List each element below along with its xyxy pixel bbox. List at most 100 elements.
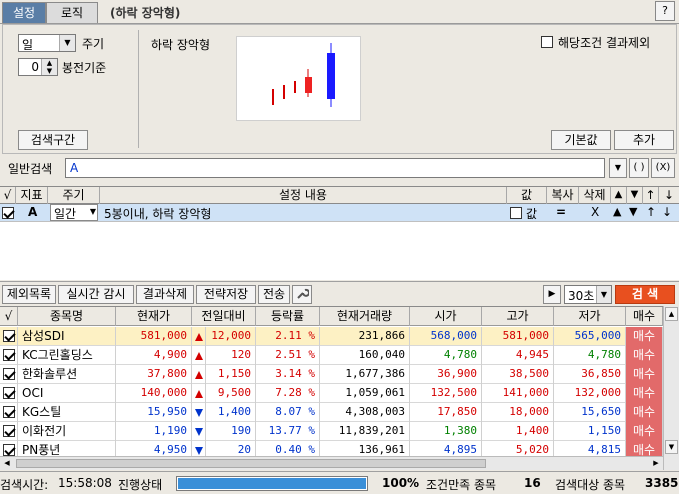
condition-content[interactable]: 5봉이내, 하락 장악형	[104, 205, 211, 222]
row-checkbox[interactable]	[3, 330, 15, 342]
col-buy[interactable]: 매수	[626, 307, 663, 326]
spinner-arrows-icon[interactable]: ▲ ▼	[41, 59, 57, 75]
x-paren-button[interactable]: (X)	[651, 158, 675, 178]
col-price[interactable]: 현재가	[116, 307, 192, 326]
col-low[interactable]: 저가	[554, 307, 626, 326]
tab-logic[interactable]: 로직	[46, 2, 98, 23]
buy-button[interactable]: 매수	[626, 422, 663, 441]
search-button[interactable]: 검 색	[615, 285, 675, 304]
move-down-button[interactable]: ▼	[629, 205, 637, 218]
row-checkbox-cell[interactable]	[0, 422, 18, 441]
condition-checkbox[interactable]	[2, 207, 14, 219]
move-up-button[interactable]: ▲	[613, 205, 621, 218]
period-label: 주기	[82, 37, 105, 51]
realtime-watch-button[interactable]: 실시간 감시	[58, 285, 134, 304]
row-checkbox[interactable]	[3, 425, 15, 437]
volume: 1,059,061	[320, 384, 410, 403]
buy-button[interactable]: 매수	[626, 327, 663, 346]
delete-button[interactable]: X	[591, 205, 599, 219]
high-price: 1,400	[482, 422, 554, 441]
row-checkbox[interactable]	[3, 444, 15, 456]
arrow-up-icon	[192, 327, 206, 346]
play-button[interactable]: ▶	[543, 285, 561, 304]
high-price: 141,000	[482, 384, 554, 403]
stock-name[interactable]: 삼성SDI	[18, 327, 116, 346]
exclude-list-button[interactable]: 제외목록	[2, 285, 56, 304]
exclude-label: 해당조건 결과제외	[558, 36, 651, 50]
row-checkbox[interactable]	[3, 406, 15, 418]
col-volume[interactable]: 현재거래량	[320, 307, 410, 326]
move-bottom-button[interactable]: ↓	[662, 205, 672, 219]
paren-button[interactable]: ( )	[629, 158, 649, 178]
table-row[interactable]: KC그린홀딩스 4,900 120 2.51 % 160,040 4,780 4,945 4,…	[0, 346, 679, 365]
scroll-right-icon[interactable]: ▶	[650, 457, 662, 470]
chevron-down-icon: ▼	[89, 207, 96, 216]
buy-button[interactable]: 매수	[626, 346, 663, 365]
pattern-label: 하락 장악형	[151, 38, 211, 52]
table-row[interactable]: KG스틸 15,950 1,400 8.07 % 4,308,003 17,850 18,0…	[0, 403, 679, 422]
row-checkbox[interactable]	[3, 368, 15, 380]
row-checkbox[interactable]	[3, 387, 15, 399]
scroll-left-icon[interactable]: ◀	[1, 457, 13, 470]
move-top-button[interactable]: ↑	[646, 205, 656, 219]
col-rate[interactable]: 등락률	[256, 307, 320, 326]
current-price: 1,190	[116, 422, 192, 441]
send-button[interactable]: 전송	[258, 285, 290, 304]
horizontal-scrollbar[interactable]: ◀ ▶	[0, 456, 663, 470]
change-value: 9,500	[206, 384, 256, 403]
results-header: √ 종목명 현재가 전일대비 등락률 현재거래량 시가 고가 저가 매수	[0, 307, 679, 326]
buy-button[interactable]: 매수	[626, 403, 663, 422]
table-row[interactable]: 이화전기 1,190 190 13.77 % 11,839,201 1,380 1,400 1…	[0, 422, 679, 441]
scroll-up-icon[interactable]: ▲	[665, 307, 678, 321]
chevron-down-icon[interactable]: ▼	[609, 158, 627, 178]
search-range-button[interactable]: 검색구간	[18, 130, 88, 150]
buy-button[interactable]: 매수	[626, 384, 663, 403]
buy-button[interactable]: 매수	[626, 365, 663, 384]
current-price: 140,000	[116, 384, 192, 403]
condition-row[interactable]: A 일간 ▼ 5봉이내, 하락 장악형 값 = X ▲ ▼ ↑ ↓	[0, 204, 679, 222]
wrench-icon[interactable]	[292, 285, 312, 304]
col-top: ↑	[643, 187, 659, 204]
row-checkbox-cell[interactable]	[0, 384, 18, 403]
scroll-thumb[interactable]	[16, 459, 486, 468]
table-row[interactable]: 삼성SDI 581,000 12,000 2.11 % 231,866 568,000 58…	[0, 327, 679, 346]
tab-settings[interactable]: 설정	[2, 2, 46, 23]
table-row[interactable]: 한화솔루션 37,800 1,150 3.14 % 1,677,386 36,900 38,…	[0, 365, 679, 384]
general-search-input[interactable]: A	[65, 158, 605, 178]
col-open[interactable]: 시가	[410, 307, 482, 326]
scroll-down-icon[interactable]: ▼	[665, 440, 678, 454]
col-name[interactable]: 종목명	[18, 307, 116, 326]
condition-period-value: 일간	[54, 207, 77, 221]
stock-name[interactable]: 한화솔루션	[18, 365, 116, 384]
stock-name[interactable]: KC그린홀딩스	[18, 346, 116, 365]
clear-results-button[interactable]: 결과삭제	[136, 285, 194, 304]
stock-name[interactable]: KG스틸	[18, 403, 116, 422]
stock-name[interactable]: OCI	[18, 384, 116, 403]
help-button[interactable]: ?	[655, 1, 675, 21]
matched-label: 조건만족 종목	[426, 478, 497, 492]
exclude-checkbox[interactable]	[541, 36, 553, 48]
vertical-scrollbar[interactable]: ▲ ▼	[663, 306, 679, 470]
col-high[interactable]: 고가	[482, 307, 554, 326]
table-row[interactable]: OCI 140,000 9,500 7.28 % 1,059,061 132,500 141…	[0, 384, 679, 403]
offset-spinner[interactable]: 0 ▲ ▼	[18, 58, 58, 76]
arrow-up-icon	[192, 365, 206, 384]
period-select[interactable]: 일 ▼	[18, 34, 76, 52]
row-checkbox-cell[interactable]	[0, 403, 18, 422]
col-change[interactable]: 전일대비	[192, 307, 256, 326]
row-checkbox-cell[interactable]	[0, 327, 18, 346]
add-button[interactable]: 추가	[614, 130, 674, 150]
save-strategy-button[interactable]: 전략저장	[196, 285, 256, 304]
row-checkbox-cell[interactable]	[0, 365, 18, 384]
change-value: 1,400	[206, 403, 256, 422]
value-checkbox[interactable]	[510, 207, 522, 219]
interval-select[interactable]: 30초 ▼	[564, 285, 612, 304]
copy-button[interactable]: =	[556, 205, 566, 219]
condition-period-select[interactable]: 일간 ▼	[50, 204, 98, 221]
results-grid: √ 종목명 현재가 전일대비 등락률 현재거래량 시가 고가 저가 매수 삼성S…	[0, 306, 679, 460]
row-checkbox-cell[interactable]	[0, 346, 18, 365]
row-checkbox[interactable]	[3, 349, 15, 361]
default-button[interactable]: 기본값	[551, 130, 611, 150]
tab-bar: 설정 로직 (하락 장악형) ?	[0, 0, 679, 24]
stock-name[interactable]: 이화전기	[18, 422, 116, 441]
